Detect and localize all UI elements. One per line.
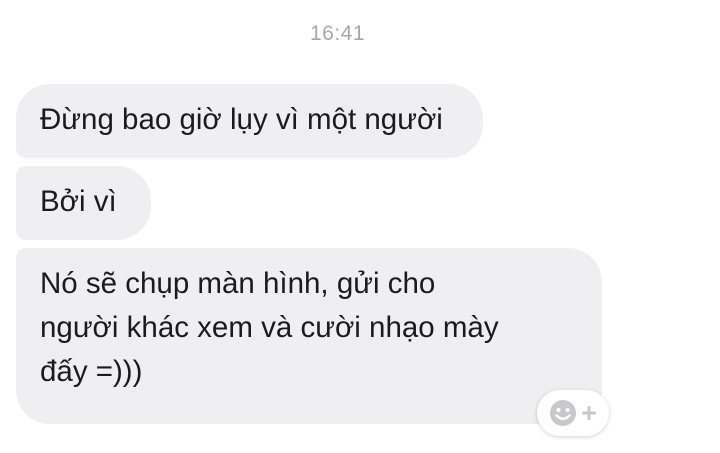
message-timestamp: 16:41 xyxy=(309,22,366,45)
message-row: Nó sẽ chụp màn hình, gửi cho người khác … xyxy=(16,248,602,424)
message-bubble[interactable]: Bởi vì xyxy=(16,166,151,240)
add-reaction-button[interactable] xyxy=(537,390,609,436)
message-bubble[interactable]: Nó sẽ chụp màn hình, gửi cho người khác … xyxy=(16,248,602,424)
message-row: Bởi vì xyxy=(16,166,602,240)
plus-icon xyxy=(581,405,597,421)
smiley-icon xyxy=(549,399,577,427)
message-thread: Đừng bao giờ lụy vì một người Bởi vì Nó … xyxy=(16,84,602,432)
message-bubble[interactable]: Đừng bao giờ lụy vì một người xyxy=(16,84,483,158)
message-row: Đừng bao giờ lụy vì một người xyxy=(16,84,602,158)
